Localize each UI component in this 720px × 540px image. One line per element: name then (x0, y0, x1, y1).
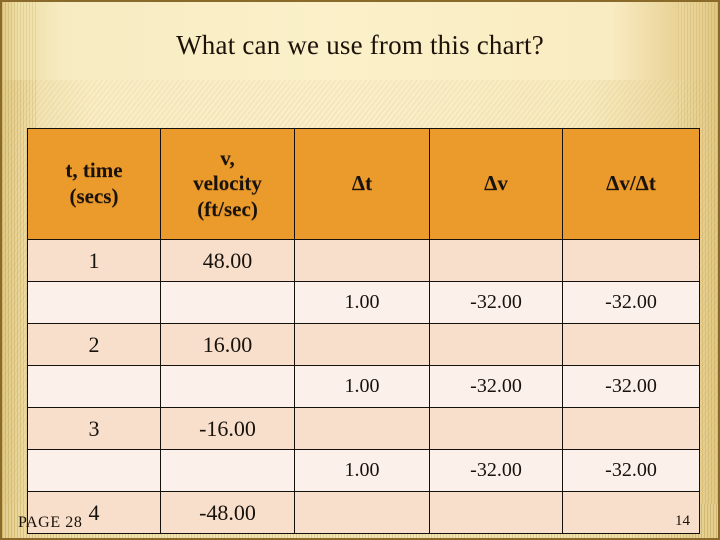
column-header-velocity: v, velocity (ft/sec) (160, 128, 295, 240)
column-header-delta-v: Δv (429, 128, 563, 240)
column-header-delta-v-over-delta-t-label: Δv/Δt (606, 171, 656, 196)
column-header-time-line-1: t, time (65, 158, 123, 183)
cell-time: 3 (27, 407, 161, 450)
column-header-delta-t-label: Δt (351, 171, 373, 196)
slide: What can we use from this chart? t, time… (0, 0, 720, 540)
table-row: 1 48.00 (27, 239, 700, 282)
cell-time: 2 (27, 323, 161, 366)
cell-velocity (160, 365, 295, 408)
cell-delta-t: 1.00 (294, 449, 430, 492)
cell-delta-v-over-delta-t: -32.00 (562, 365, 700, 408)
table-row: 1.00 -32.00 -32.00 (27, 281, 700, 324)
column-header-velocity-line-2: velocity (193, 171, 262, 196)
cell-delta-v (429, 239, 563, 282)
cell-velocity: -48.00 (160, 491, 295, 534)
cell-velocity: 48.00 (160, 239, 295, 282)
cell-delta-v-over-delta-t (562, 239, 700, 282)
table-row: 1.00 -32.00 -32.00 (27, 449, 700, 492)
page-label: PAGE 28 (18, 514, 83, 531)
cell-delta-t: 1.00 (294, 281, 430, 324)
cell-delta-v (429, 407, 563, 450)
column-header-velocity-line-3: (ft/sec) (197, 196, 258, 221)
table-row: 2 16.00 (27, 323, 700, 366)
table-body: 1 48.00 1.00 -32.00 -32.00 2 16.00 1.00 … (27, 239, 700, 534)
velocity-data-table: t, time (secs) v, velocity (ft/sec) Δt Δ… (27, 128, 700, 534)
cell-delta-v-over-delta-t: -32.00 (562, 281, 700, 324)
cell-delta-v-over-delta-t (562, 323, 700, 366)
cell-delta-t (294, 323, 430, 366)
table-row: 3 -16.00 (27, 407, 700, 450)
table-row: 4 -48.00 (27, 491, 700, 534)
cell-velocity: 16.00 (160, 323, 295, 366)
table-header-row: t, time (secs) v, velocity (ft/sec) Δt Δ… (27, 128, 700, 240)
cell-delta-t (294, 239, 430, 282)
column-header-velocity-line-1: v, (220, 145, 235, 170)
column-header-delta-v-label: Δv (484, 171, 508, 196)
table-header: t, time (secs) v, velocity (ft/sec) Δt Δ… (27, 128, 700, 240)
column-header-time-line-2: (secs) (69, 184, 119, 208)
cell-delta-t (294, 491, 430, 534)
cell-delta-v-over-delta-t (562, 407, 700, 450)
page-number: 14 (675, 513, 690, 529)
cell-delta-v: -32.00 (429, 281, 563, 324)
cell-delta-t (294, 407, 430, 450)
cell-delta-v-over-delta-t: -32.00 (562, 449, 700, 492)
table-row: 1.00 -32.00 -32.00 (27, 365, 700, 408)
cell-delta-v (429, 323, 563, 366)
column-header-time: t, time (secs) (27, 128, 161, 240)
cell-delta-v: -32.00 (429, 365, 563, 408)
cell-time: 1 (27, 239, 161, 282)
column-header-delta-v-over-delta-t: Δv/Δt (562, 128, 700, 240)
column-header-delta-t: Δt (294, 128, 430, 240)
cell-delta-v (429, 491, 563, 534)
cell-velocity (160, 281, 295, 324)
cell-delta-v: -32.00 (429, 449, 563, 492)
cell-time (27, 281, 161, 324)
cell-delta-t: 1.00 (294, 365, 430, 408)
slide-title: What can we use from this chart? (176, 30, 544, 60)
cell-time (27, 365, 161, 408)
cell-time (27, 449, 161, 492)
cell-velocity: -16.00 (160, 407, 295, 450)
cell-velocity (160, 449, 295, 492)
